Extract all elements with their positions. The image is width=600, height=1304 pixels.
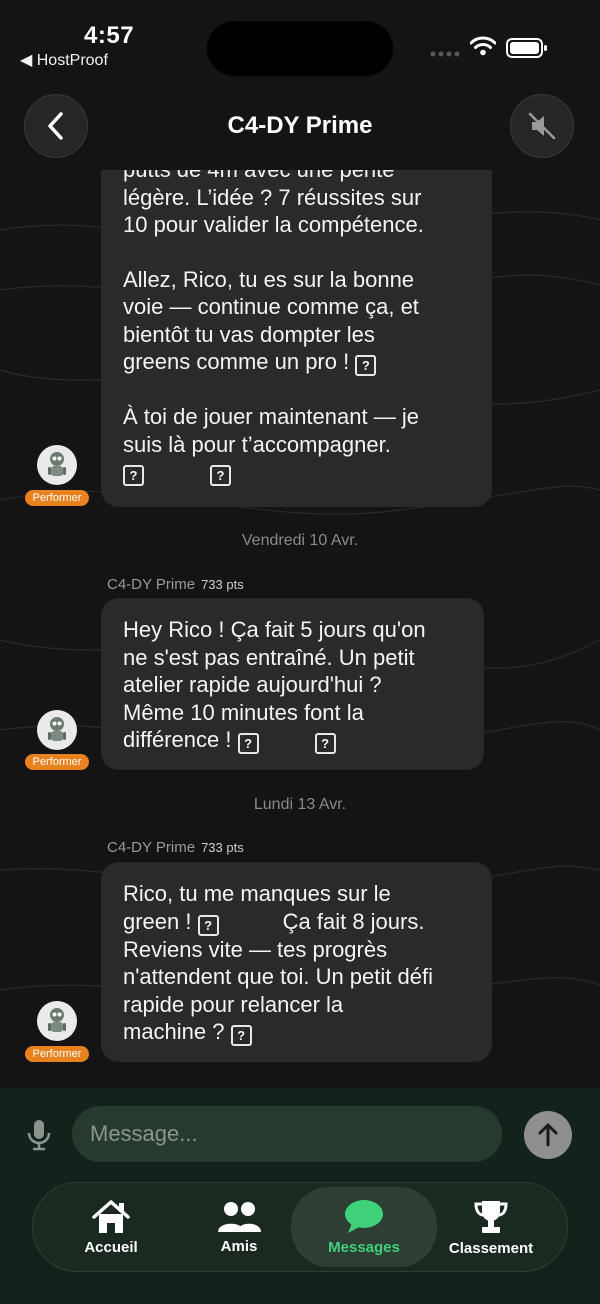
unknown-emoji-icon: ? [314,733,336,754]
nav-item-classement[interactable]: Classement [441,1183,541,1271]
wifi-icon [470,36,496,56]
message-line: Ça fait 8 jours. [282,908,425,934]
avatar[interactable] [37,710,77,750]
date-separator: Vendredi 10 Avr. [241,532,359,549]
rank-badge: Performer [25,1046,89,1062]
message-line: À toi de jouer maintenant — je [123,404,419,429]
home-icon [92,1199,130,1233]
message-line: machine ? [123,1019,225,1044]
sender-label: C4-DY Prime [107,839,196,856]
unknown-emoji-icon: ? [210,465,231,486]
message-line: bientôt tu vas dompter les [123,321,375,347]
chat-bubble-icon [345,1199,383,1233]
nav-label: Amis [220,1237,258,1255]
sender-points: 733 pts [201,840,244,855]
message-bubble: Rico, tu me manques sur le green ! ? Ça f… [101,862,492,1062]
robot-avatar-icon [48,1008,66,1032]
message-line: rapide pour relancer la [123,991,344,1017]
nav-item-accueil[interactable]: Accueil [75,1183,147,1271]
nav-item-messages[interactable]: Messages [291,1187,437,1267]
message-line: Hey Rico ! Ça fait 5 jours qu'on [123,617,426,642]
message-line: Même 10 minutes font la [123,699,364,725]
unknown-emoji-icon: ? [123,465,144,486]
battery-icon [506,38,547,58]
signal-dots-icon [430,51,460,57]
message-line: Reviens vite — tes progrès [123,936,388,962]
status-bar: 4:57 ◀ HostProof [0,0,600,80]
dynamic-island [207,21,393,76]
message-line: différence ! [123,727,232,752]
rank-badge: Performer [25,490,89,506]
sender-name: C4-DY Prime 733 pts [107,576,244,593]
message-list[interactable]: putts de 4m avec une pente légère. L’idé… [0,170,600,1088]
back-to-app-link[interactable]: ◀ HostProof [20,50,108,70]
bottom-nav: Accueil Amis Messages Classement [32,1182,568,1272]
message-input-wrapper [72,1106,502,1162]
message-line: suis là pour t’accompagner. [123,431,391,457]
message-line: 10 pour valider la compétence. [123,212,424,237]
message-bubble: Hey Rico ! Ça fait 5 jours qu'on ne s'es… [101,598,484,770]
unknown-emoji-icon: ? [355,355,377,376]
robot-avatar-icon [48,452,66,476]
message-line: green ! [123,908,192,934]
message-line: Rico, tu me manques sur le [123,881,391,906]
avatar[interactable] [37,445,77,485]
trophy-icon [474,1200,508,1233]
sender-name: C4-DY Prime 733 pts [107,839,244,856]
friends-icon [218,1201,261,1232]
avatar[interactable] [37,1001,77,1041]
message-bubble: putts de 4m avec une pente légère. L’idé… [101,170,492,507]
message-line: ne s'est pas entraîné. Un petit [123,644,415,670]
nav-label: Accueil [84,1238,138,1256]
message-input[interactable] [72,1106,502,1162]
status-time: 4:57 [84,22,135,49]
message-line: putts de 4m avec une pente [123,170,470,184]
date-separator: Lundi 13 Avr. [253,796,347,813]
message-line: n'attendent que toi. Un petit défi [123,964,433,989]
message-line: légère. L’idée ? 7 réussites sur [123,184,422,210]
mic-button[interactable] [24,1118,54,1157]
sender-points: 733 pts [201,577,244,592]
rank-badge: Performer [25,754,89,770]
composer-area: Accueil Amis Messages Classement [0,1088,600,1304]
sender-label: C4-DY Prime [107,576,196,593]
chat-header: C4-DY Prime [0,88,600,170]
unknown-emoji-icon: ? [237,733,259,754]
microphone-icon [27,1120,51,1151]
nav-label: Classement [448,1239,534,1257]
message-line: Allez, Rico, tu es sur la bonne [123,266,415,292]
nav-label: Messages [328,1238,400,1256]
nav-item-amis[interactable]: Amis [203,1183,275,1271]
unknown-emoji-icon: ? [197,914,219,936]
speaker-muted-icon [528,112,556,140]
arrow-up-icon [538,1123,558,1147]
mute-button[interactable] [510,94,574,158]
message-line: greens comme un pro ! [123,349,350,374]
unknown-emoji-icon: ? [230,1025,252,1046]
message-line: atelier rapide aujourd'hui ? [123,672,382,697]
send-button[interactable] [524,1111,572,1159]
robot-avatar-icon [48,717,66,741]
message-line: voie — continue comme ça, et [123,294,419,319]
